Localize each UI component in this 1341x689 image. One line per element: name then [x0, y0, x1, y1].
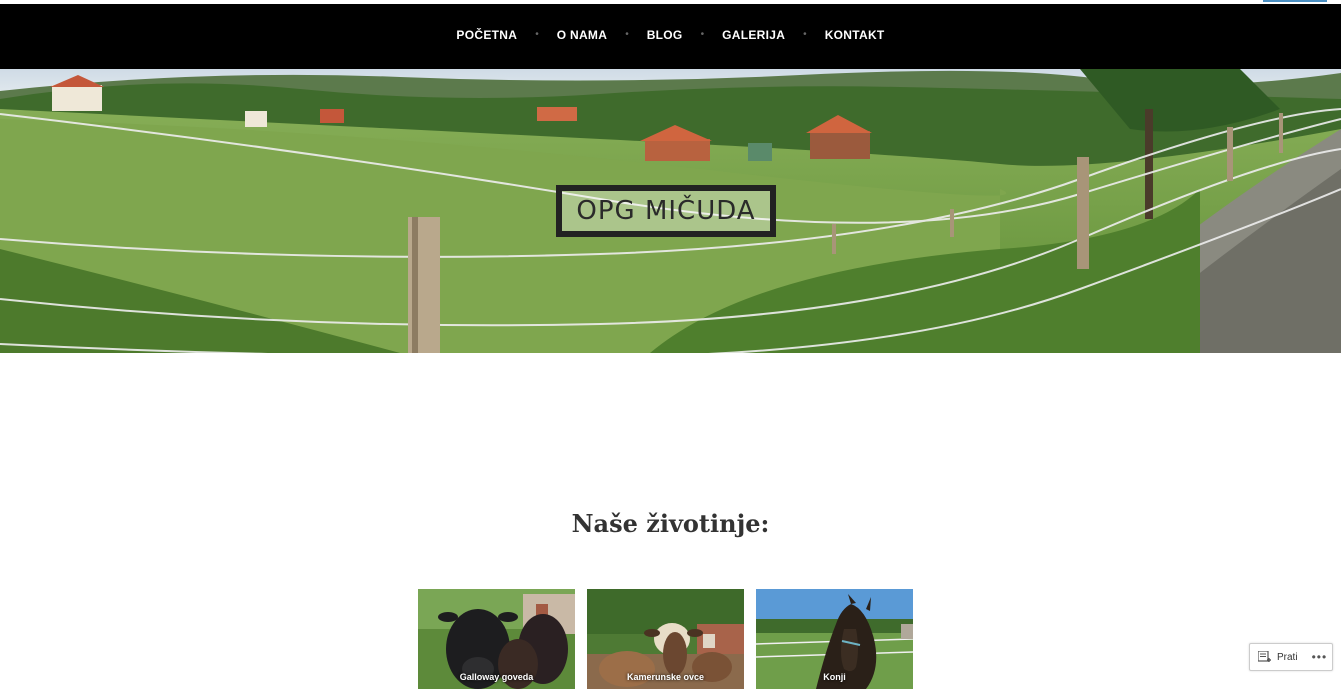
nav-separator: • — [535, 29, 539, 40]
nav-separator: • — [700, 29, 705, 40]
section-title: Naše životinje: — [571, 509, 770, 538]
gallery-caption: Galloway goveda — [459, 672, 534, 682]
follow-icon — [1257, 650, 1271, 663]
nav-item-o-nama[interactable]: O NAMA — [557, 28, 607, 42]
gallery-caption: Kamerunske ovce — [626, 672, 705, 682]
animal-gallery: Galloway goveda Kamerunske ovce Konji — [418, 589, 913, 689]
gallery-item-konji[interactable]: Konji — [756, 589, 913, 689]
nav-menu: POČETNA • O NAMA • BLOG • GALERIJA • KON… — [0, 28, 1341, 42]
gallery-item-galloway[interactable]: Galloway goveda — [418, 589, 575, 689]
nav-item-kontakt[interactable]: KONTAKT — [825, 28, 885, 42]
header-image: OPG MIČUDA — [0, 69, 1341, 353]
follow-button[interactable]: Prati ••• — [1249, 643, 1333, 671]
gallery-caption: Konji — [823, 672, 846, 682]
admin-bar-accent — [1263, 0, 1327, 2]
nav-separator: • — [625, 29, 629, 40]
site-title[interactable]: OPG MIČUDA — [576, 196, 755, 226]
more-options-icon[interactable]: ••• — [1312, 650, 1328, 664]
nav-item-blog[interactable]: BLOG — [647, 28, 683, 42]
nav-item-galerija[interactable]: GALERIJA — [722, 28, 785, 42]
gallery-item-kamerunske-ovce[interactable]: Kamerunske ovce — [587, 589, 744, 689]
nav-separator: • — [803, 29, 807, 40]
nav-item-pocetna[interactable]: POČETNA — [456, 28, 517, 42]
main-navigation: POČETNA • O NAMA • BLOG • GALERIJA • KON… — [0, 4, 1341, 69]
follow-label: Prati — [1277, 651, 1298, 663]
site-title-frame[interactable]: OPG MIČUDA — [556, 185, 776, 237]
